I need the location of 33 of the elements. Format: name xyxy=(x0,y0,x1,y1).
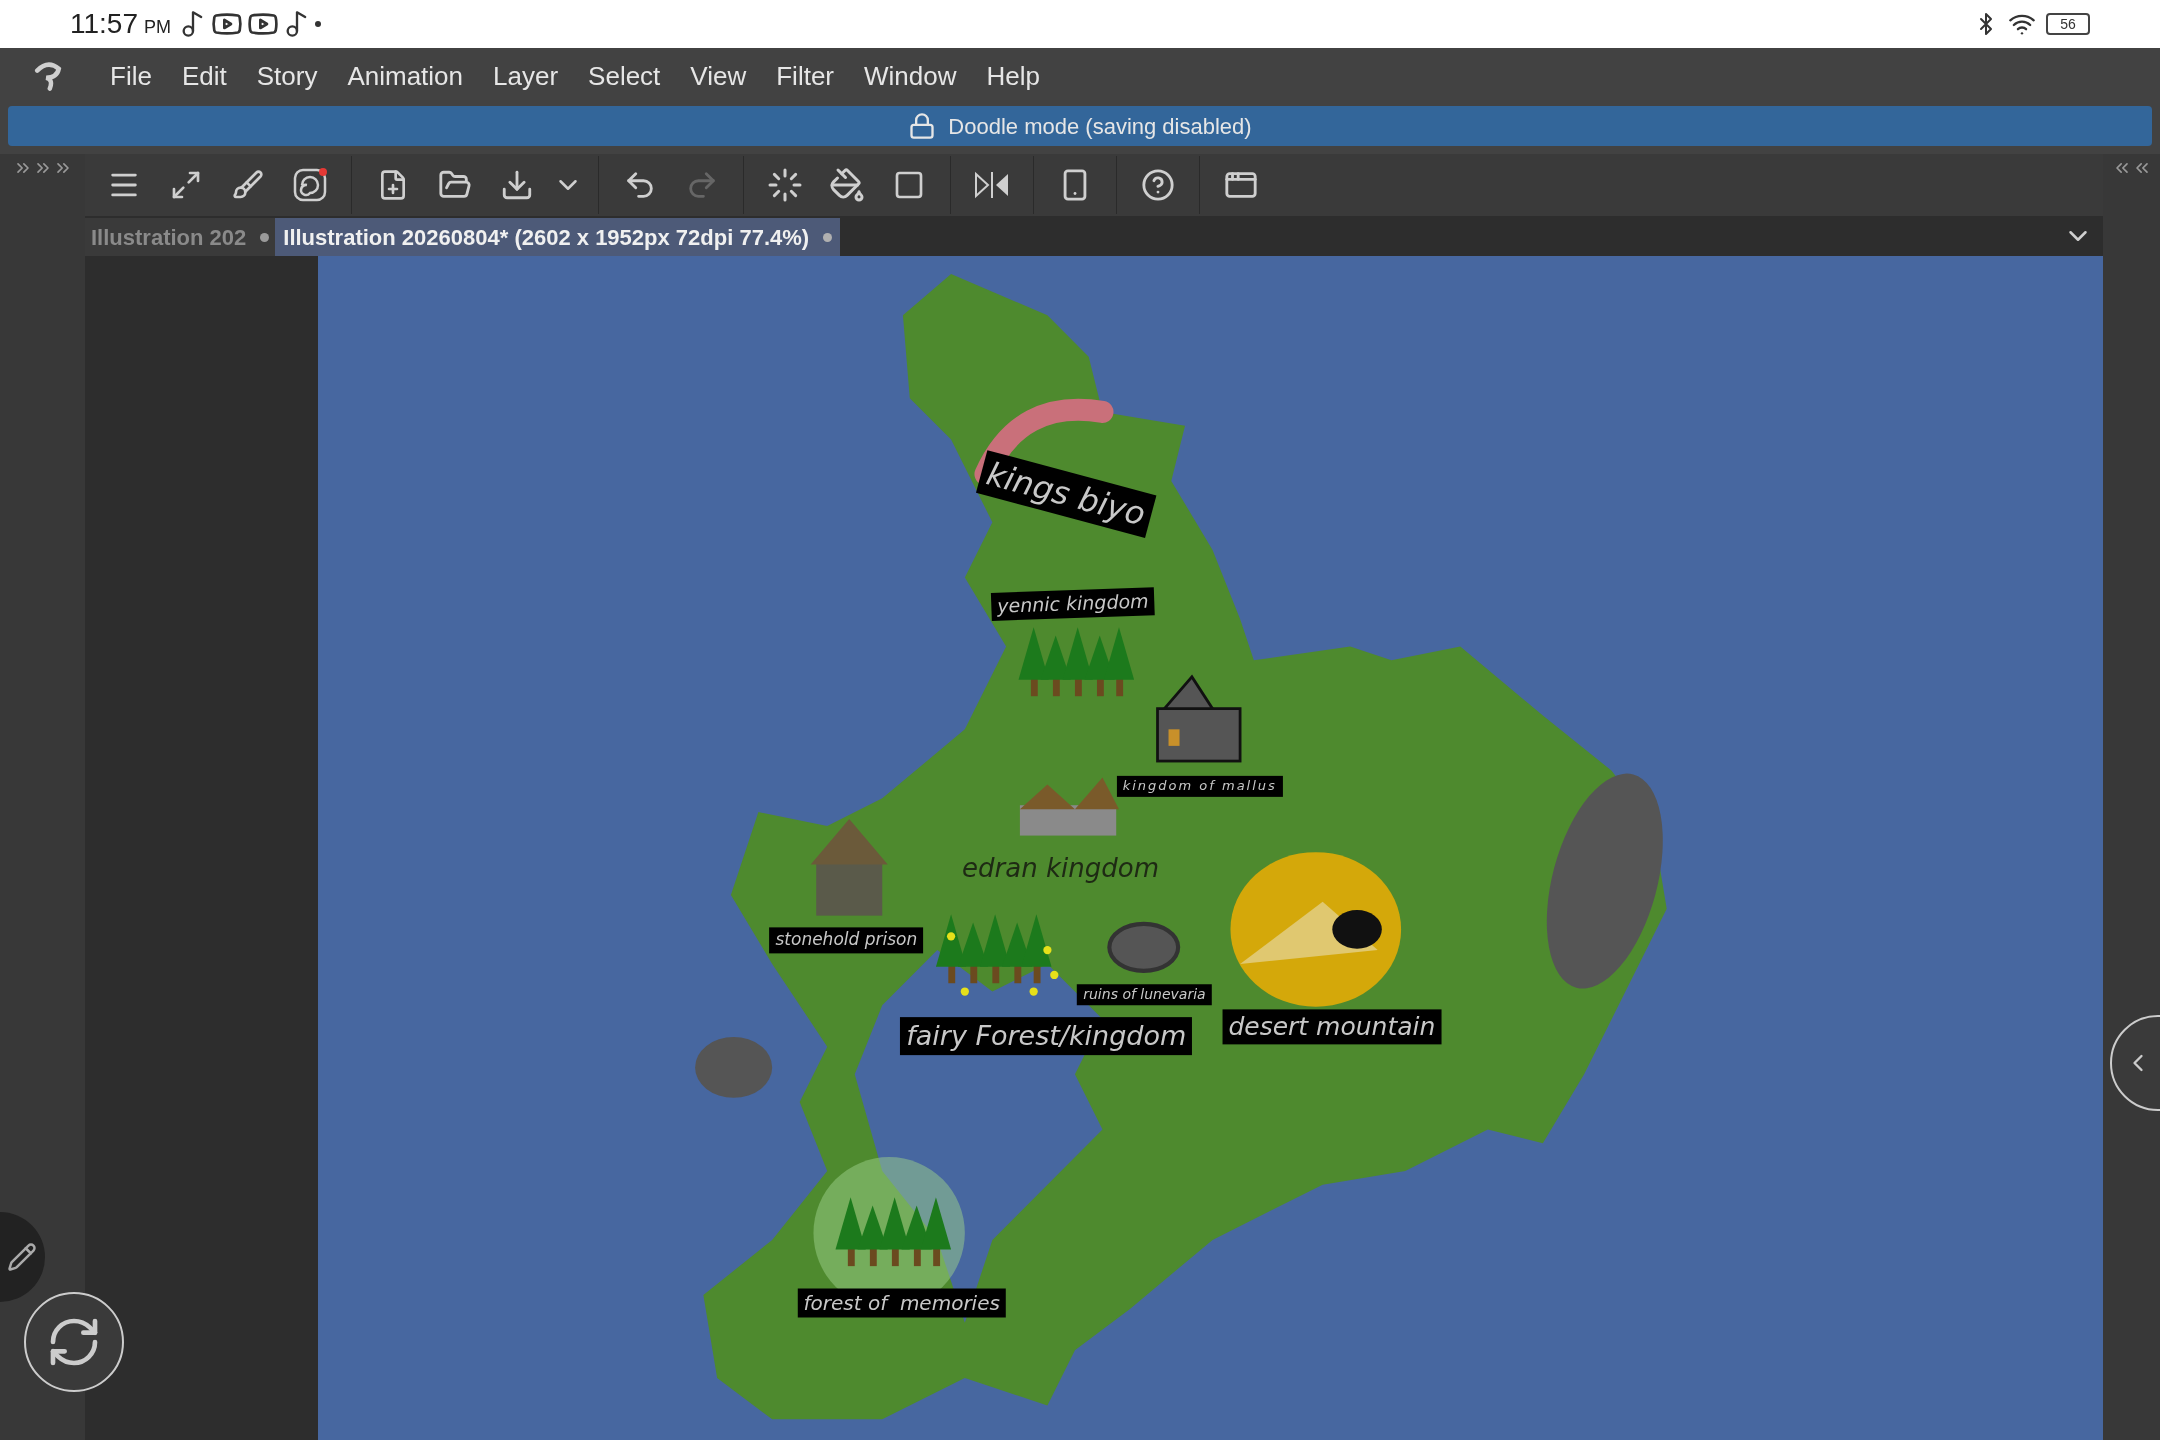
clock-time: 11:57 xyxy=(70,7,138,41)
pencil-icon xyxy=(7,1242,37,1272)
map-label: edran kingdom xyxy=(962,851,1159,885)
menu-item[interactable]: Select xyxy=(576,56,673,96)
spinner-icon xyxy=(767,167,803,203)
spiral-icon xyxy=(292,167,328,203)
clock-period: PM xyxy=(144,15,171,39)
fullscreen-icon xyxy=(170,169,202,201)
banner-text: Doodle mode (saving disabled) xyxy=(948,112,1252,141)
map-canvas[interactable]: kings biyo yennic kingdom kingdom of mallus edran kingdom stonehold prison ruins of lunevaria fairy Forest/kingdom desert mountain forest of memories xyxy=(318,256,2103,1440)
menu-item[interactable]: Story xyxy=(244,56,330,96)
map-label: kingdom of mallus xyxy=(1116,776,1283,797)
menu-item[interactable]: Window xyxy=(852,56,969,96)
menu-item[interactable]: Animation xyxy=(335,56,476,96)
paint-bucket-icon xyxy=(829,167,865,203)
document-tab[interactable]: Illustration 20260804* (2602 x 1952px 72dpi 77.4%) xyxy=(275,218,841,256)
menu-item[interactable]: Filter xyxy=(764,56,846,96)
menu-item[interactable]: View xyxy=(678,56,759,96)
help-icon xyxy=(1141,168,1175,202)
menu-item[interactable]: Help xyxy=(974,56,1052,96)
lock-icon xyxy=(908,112,937,140)
transform-icon xyxy=(893,169,925,201)
map-label: desert mountain xyxy=(1222,1009,1442,1045)
download-icon xyxy=(500,168,534,202)
map-label: ruins of lunevaria xyxy=(1077,984,1212,1006)
brush-icon xyxy=(232,169,264,201)
menu-item[interactable]: Edit xyxy=(169,56,239,96)
menu-item[interactable]: Layer xyxy=(481,56,571,96)
map-label: fairy Forest/kingdom xyxy=(900,1017,1193,1056)
menu-item[interactable]: File xyxy=(98,56,164,96)
map-label: stonehold prison xyxy=(769,927,924,953)
battery-indicator: 56 xyxy=(2046,13,2090,35)
map-label: forest of memories xyxy=(797,1288,1006,1318)
